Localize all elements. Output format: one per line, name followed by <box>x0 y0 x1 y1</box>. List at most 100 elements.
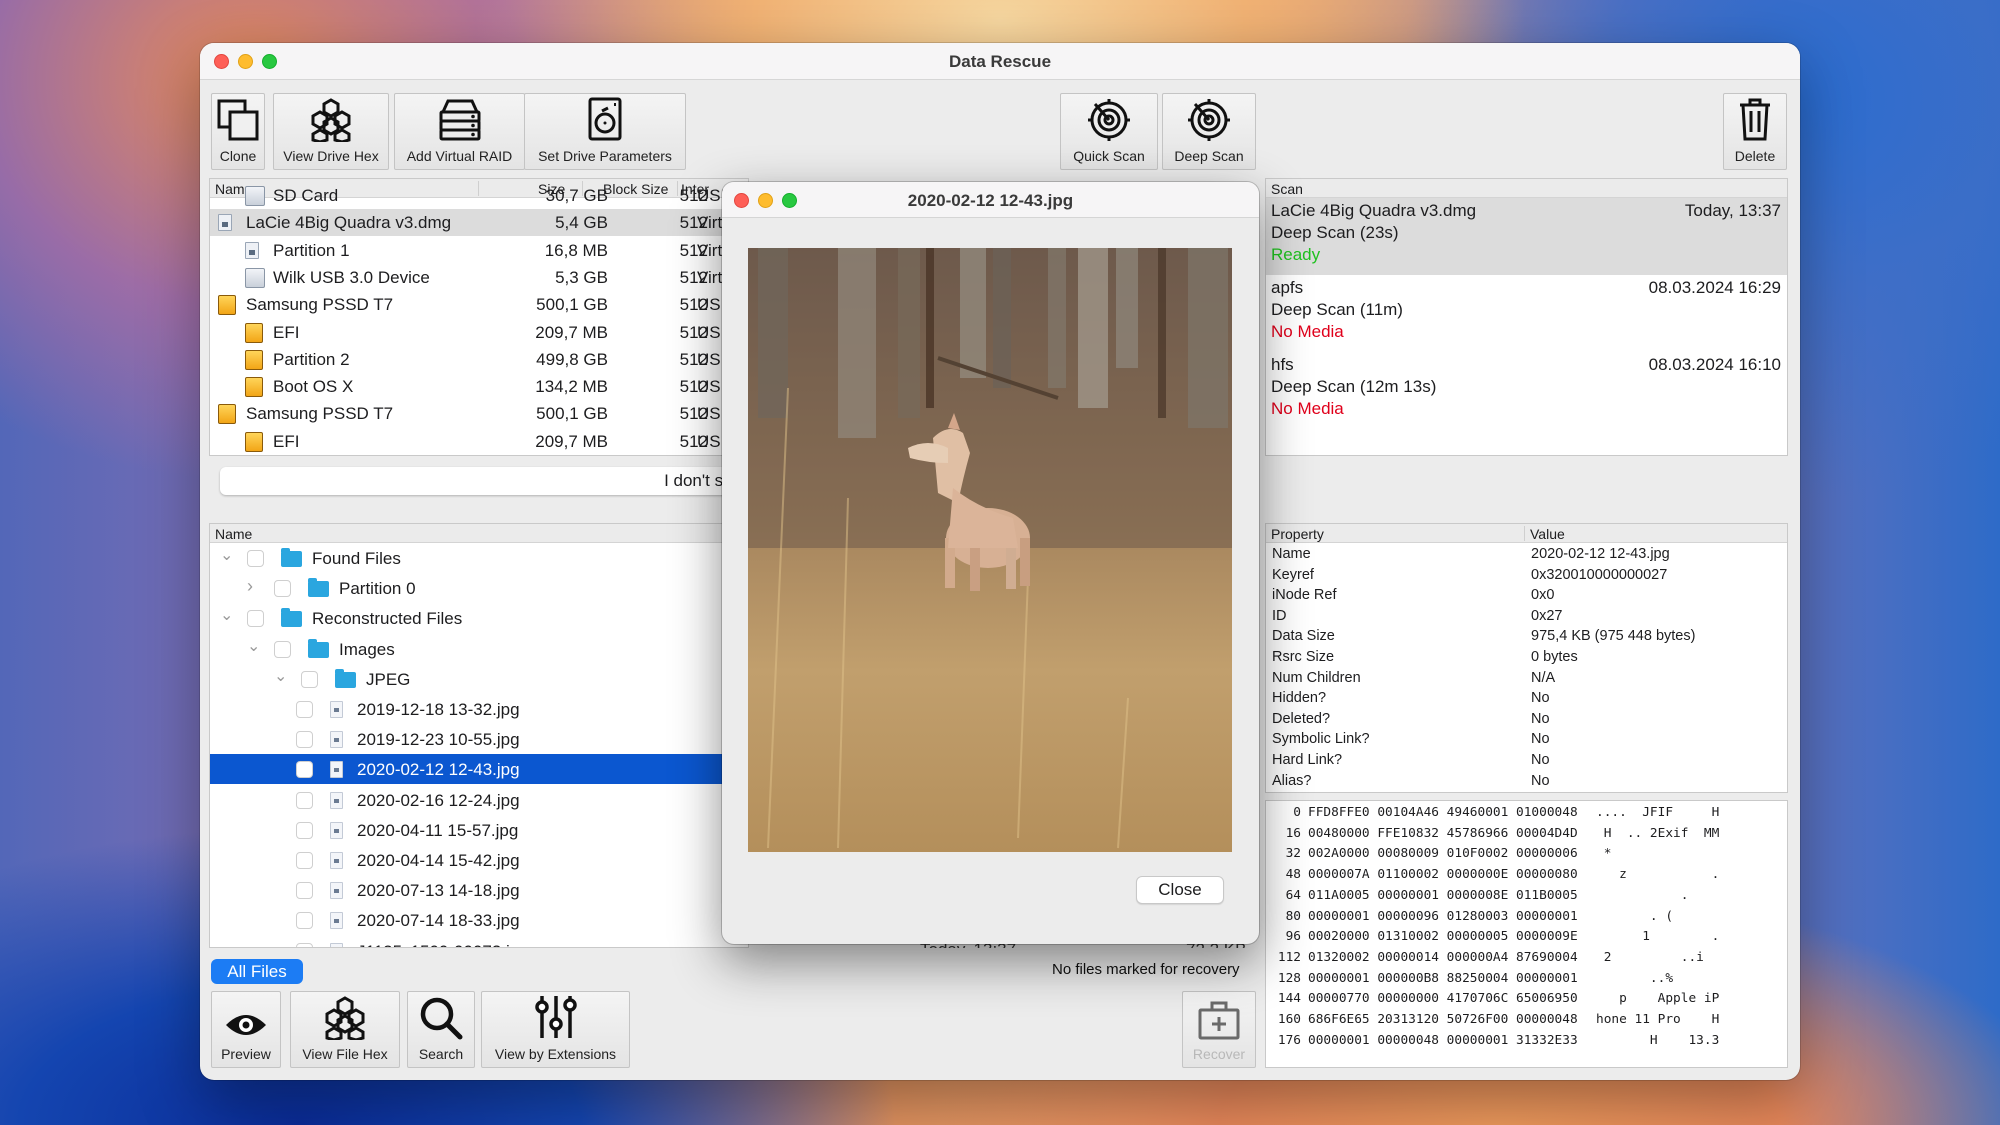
folder-row[interactable]: ⌄ Images <box>210 634 748 664</box>
recover-checkbox[interactable] <box>296 761 313 779</box>
drive-name: Samsung PSSD T7 <box>246 295 394 315</box>
folder-icon <box>308 638 329 658</box>
recover-checkbox[interactable] <box>296 942 313 947</box>
property-value: No <box>1531 752 1550 768</box>
close-preview-button[interactable]: Close <box>1136 876 1224 904</box>
drive-size: 500,1 GB <box>536 295 608 315</box>
all-files-filter[interactable]: All Files <box>211 959 303 984</box>
jpeg-file-icon <box>330 912 343 930</box>
hex-line: 112 01320002 00000014 000000A4 87690004 2… <box>1266 950 1787 971</box>
view-drive-hex-button[interactable]: View Drive Hex <box>273 93 389 170</box>
property-value: No <box>1531 772 1550 789</box>
chevron-down-icon[interactable]: ⌄ <box>220 545 233 565</box>
drive-row[interactable]: EFI 209,7 MB 512 USI <box>210 319 748 346</box>
jpeg-file-icon <box>330 761 343 779</box>
delete-button[interactable]: Delete <box>1723 93 1787 170</box>
property-key: Hard Link? <box>1272 752 1343 768</box>
scan-name: hfs <box>1271 355 1294 374</box>
scan-status: Ready <box>1271 245 1321 264</box>
folder-row[interactable]: ⌄ Found Files <box>210 543 748 573</box>
recover-checkbox[interactable] <box>296 731 313 749</box>
preview-title: 2020-02-12 12-43.jpg <box>907 191 1074 210</box>
hex-bytes: 00000001 00000048 00000001 31332E33 <box>1308 1032 1578 1048</box>
recover-checkbox[interactable] <box>274 580 291 598</box>
drive-row[interactable]: LaCie 4Big Quadra v3.dmg 5,4 GB 512 Virt <box>210 209 748 237</box>
scan-item[interactable]: hfs Deep Scan (12m 13s) No Media 08.03.2024… <box>1266 352 1787 429</box>
drive-row[interactable]: EFI 209,7 MB 512 USI <box>210 428 748 455</box>
search-button[interactable]: Search <box>407 991 475 1068</box>
scan-item[interactable]: LaCie 4Big Quadra v3.dmg Deep Scan (23s) R… <box>1266 198 1787 275</box>
hex-line: 48 0000007A 01100002 0000000E 00000080 z … <box>1266 867 1787 888</box>
recover-checkbox[interactable] <box>296 791 313 809</box>
file-row[interactable]: 2020-07-14 18-33.jpg <box>210 905 748 935</box>
files-tree: Name ⌄ Found Files › Partition 0 ⌄ Reconstruc… <box>209 523 749 948</box>
scan-type: Deep Scan (11m) <box>1271 300 1403 319</box>
clone-button[interactable]: Clone <box>211 93 265 170</box>
chevron-down-icon[interactable]: ⌄ <box>220 605 233 625</box>
column-name[interactable]: Name <box>215 526 252 542</box>
recover-checkbox[interactable] <box>274 640 291 658</box>
drive-name: LaCie 4Big Quadra v3.dmg <box>246 213 452 233</box>
drive-icon <box>245 349 263 370</box>
deep-scan-button[interactable]: Deep Scan <box>1162 93 1256 170</box>
hex-line: 80 00000001 00000096 01280003 00000001 . … <box>1266 909 1787 930</box>
property-value: 0x0 <box>1531 587 1555 604</box>
property-key: iNode Ref <box>1272 587 1337 604</box>
recover-checkbox[interactable] <box>301 670 318 688</box>
drive-row[interactable]: Boot OS X 134,2 MB 512 USI <box>210 373 748 400</box>
file-row[interactable]: 2019-12-18 13-32.jpg <box>210 694 748 724</box>
quick-scan-button[interactable]: Quick Scan <box>1060 93 1158 170</box>
file-row[interactable]: 2020-02-16 12-24.jpg <box>210 785 748 815</box>
view-by-extensions-button[interactable]: View by Extensions <box>481 991 630 1068</box>
property-value: 0 bytes <box>1531 649 1578 665</box>
chevron-down-icon[interactable]: ⌄ <box>274 666 287 686</box>
column-scan[interactable]: Scan <box>1271 181 1303 197</box>
recover-checkbox[interactable] <box>296 852 313 869</box>
drive-row[interactable]: SD Card 30,7 GB 512 USI <box>210 185 748 209</box>
file-row[interactable]: 2019-12-23 10-55.jpg <box>210 724 748 754</box>
folder-row[interactable]: ⌄ Reconstructed Files <box>210 603 748 633</box>
chevron-right-icon[interactable]: › <box>247 576 253 597</box>
chevron-down-icon[interactable]: ⌄ <box>247 636 260 656</box>
dont-see-drive-button[interactable]: I don't see <box>220 467 750 495</box>
view-file-hex-button[interactable]: View File Hex <box>290 991 400 1068</box>
recover-button[interactable]: Recover <box>1182 991 1256 1068</box>
hex-line: 144 00000770 00000000 4170706C 65006950 p… <box>1266 991 1787 1012</box>
drive-row[interactable]: Samsung PSSD T7 500,1 GB 512 USI <box>210 291 748 318</box>
file-row[interactable]: 2020-04-11 15-57.jpg <box>210 815 748 845</box>
property-row: Keyref 0x320010000000027 <box>1266 566 1787 587</box>
preview-title-bar: 2020-02-12 12-43.jpg <box>722 182 1259 218</box>
file-row[interactable]: 2020-07-13 14-18.jpg <box>210 875 748 905</box>
property-row: Hidden? No <box>1266 689 1787 710</box>
scan-status: No Media <box>1271 399 1344 418</box>
drives-table: Name Size Block Size Inter SD Card 30,7 G… <box>209 178 749 456</box>
hex-offset: 112 <box>1277 949 1301 965</box>
scan-item[interactable]: apfs Deep Scan (11m) No Media 08.03.2024 16… <box>1266 275 1787 352</box>
file-row[interactable]: J1125x1500-00073.jpg <box>210 936 748 947</box>
drive-row[interactable]: Samsung PSSD T7 500,1 GB 512 USI <box>210 400 748 427</box>
hex-view: 0 FFD8FFE0 00104A46 49460001 01000048....… <box>1265 800 1788 1068</box>
column-value[interactable]: Value <box>1530 526 1565 542</box>
hex-ascii: 1 . <box>1596 929 1720 945</box>
recover-checkbox[interactable] <box>296 701 313 718</box>
preview-button[interactable]: Preview <box>211 991 281 1068</box>
column-property[interactable]: Property <box>1271 526 1324 542</box>
hex-line: 16 00480000 FFE10832 45786966 00004D4D H … <box>1266 826 1787 847</box>
drive-row[interactable]: Partition 2 499,8 GB 512 USI <box>210 346 748 373</box>
add-virtual-raid-button[interactable]: Add Virtual RAID <box>394 93 525 170</box>
recover-checkbox[interactable] <box>247 550 264 567</box>
file-row[interactable]: 2020-02-12 12-43.jpg <box>210 754 748 785</box>
deep-scan-label: Deep Scan <box>1174 148 1244 164</box>
recover-checkbox[interactable] <box>296 912 313 930</box>
set-drive-parameters-button[interactable]: Set Drive Parameters <box>524 93 686 170</box>
folder-row[interactable]: ⌄ JPEG <box>210 664 748 694</box>
drive-row[interactable]: Wilk USB 3.0 Device 5,3 GB 512 Virt <box>210 264 748 291</box>
recover-checkbox[interactable] <box>296 882 313 900</box>
drive-row[interactable]: Partition 1 16,8 MB 512 Virt <box>210 237 748 264</box>
recover-checkbox[interactable] <box>296 821 313 839</box>
drive-size: 30,7 GB <box>545 186 608 205</box>
hex-ascii: . <box>1596 887 1689 903</box>
recover-checkbox[interactable] <box>247 610 264 628</box>
file-row[interactable]: 2020-04-14 15-42.jpg <box>210 845 748 875</box>
folder-row[interactable]: › Partition 0 <box>210 573 748 603</box>
